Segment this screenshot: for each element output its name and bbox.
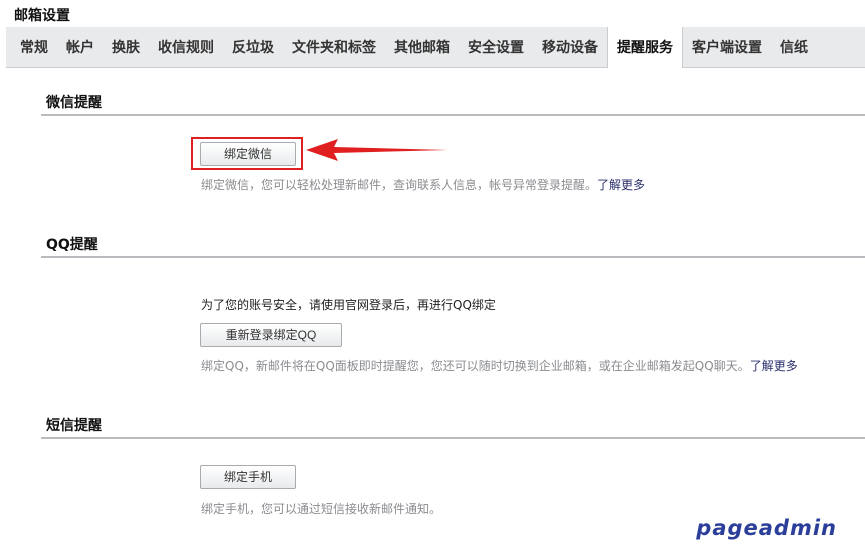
qq-learn-more-link[interactable]: 了解更多 (750, 359, 798, 373)
reminder-settings-panel: 微信提醒 绑定微信 绑定微信，您可以轻松处理新邮件，查询联系人信息，帐号异常登录… (6, 68, 865, 546)
tab-skin[interactable]: 换肤 (103, 27, 149, 67)
page-title: 邮箱设置 (14, 8, 70, 24)
wechat-learn-more-link[interactable]: 了解更多 (597, 178, 645, 192)
tab-folders-labels[interactable]: 文件夹和标签 (283, 27, 385, 67)
annotation-arrow-icon (306, 139, 448, 161)
tab-anti-spam[interactable]: 反垃圾 (223, 27, 283, 67)
tab-reminder-service[interactable]: 提醒服务 (607, 27, 683, 68)
wechat-section-title: 微信提醒 (46, 95, 102, 111)
qq-hint: 绑定QQ，新邮件将在QQ面板即时提醒您，您还可以随时切换到企业邮箱，或在企业邮箱… (201, 357, 798, 374)
bind-phone-button[interactable]: 绑定手机 (200, 465, 296, 489)
sms-section-divider (41, 437, 865, 439)
settings-tabbar: 常规 帐户 换肤 收信规则 反垃圾 文件夹和标签 其他邮箱 安全设置 移动设备 … (6, 27, 865, 68)
tab-other-mailboxes[interactable]: 其他邮箱 (385, 27, 459, 67)
sms-section-title: 短信提醒 (46, 418, 102, 434)
sms-hint: 绑定手机，您可以通过短信接收新邮件通知。 (201, 502, 442, 516)
tab-client-settings[interactable]: 客户端设置 (683, 27, 771, 67)
qq-hint-text: 绑定QQ，新邮件将在QQ面板即时提醒您，您还可以随时切换到企业邮箱，或在企业邮箱… (201, 359, 750, 373)
wechat-hint: 绑定微信，您可以轻松处理新邮件，查询联系人信息，帐号异常登录提醒。了解更多 (201, 176, 645, 193)
qq-section-divider (41, 256, 865, 258)
tab-security[interactable]: 安全设置 (459, 27, 533, 67)
watermark-logo: pageadmin (696, 516, 837, 540)
wechat-section-divider (41, 114, 865, 116)
tab-general[interactable]: 常规 (6, 27, 57, 67)
relogin-bind-qq-button[interactable]: 重新登录绑定QQ (200, 323, 342, 347)
qq-section-title: QQ提醒 (46, 237, 98, 253)
tab-account[interactable]: 帐户 (57, 27, 103, 67)
qq-login-notice: 为了您的账号安全，请使用官网登录后，再进行QQ绑定 (201, 298, 496, 312)
tab-mail-rules[interactable]: 收信规则 (149, 27, 223, 67)
wechat-hint-text: 绑定微信，您可以轻松处理新邮件，查询联系人信息，帐号异常登录提醒。 (201, 178, 598, 192)
annotation-highlight-box (191, 137, 303, 170)
tab-stationery[interactable]: 信纸 (771, 27, 817, 67)
tab-mobile-devices[interactable]: 移动设备 (533, 27, 607, 67)
